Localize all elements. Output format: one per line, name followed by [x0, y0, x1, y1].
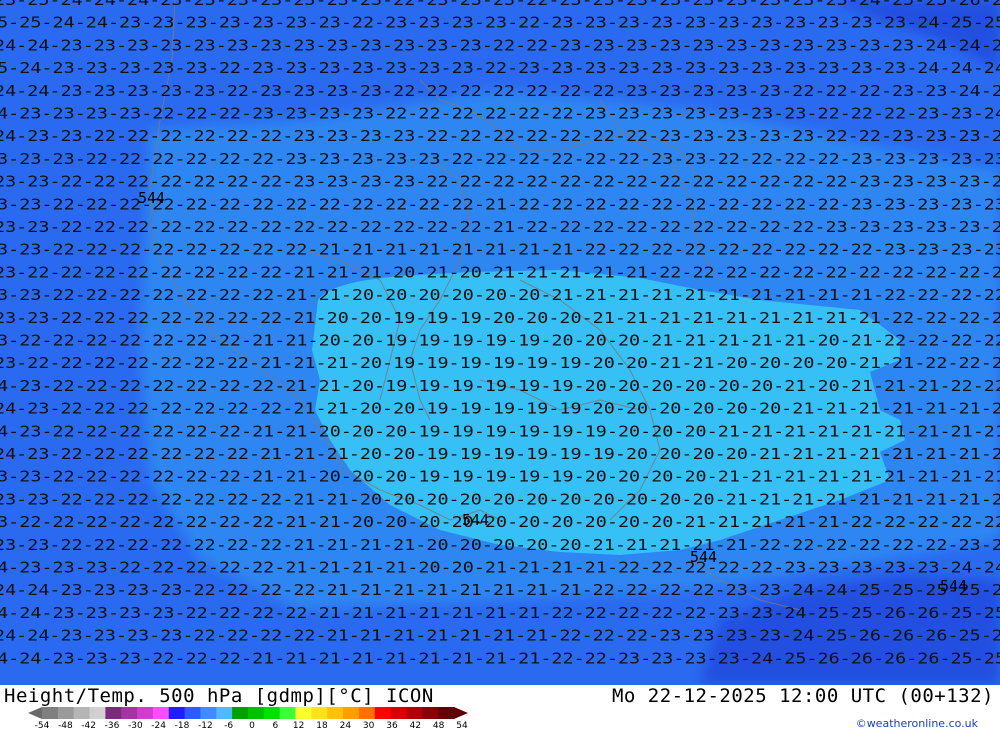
isotherm-label-row: 23-23-22-22-22-22-22-22-22-21-21-21-21-2…	[0, 536, 1000, 554]
isotherm-label-row: 24-24-23-23-23-23-22-22-22-22-21-21-21-2…	[0, 581, 1000, 599]
isotherm-label-row: 23-22-22-22-22-22-22-22-22-21-21-20-20-2…	[0, 513, 1000, 531]
isotherm-label-row: 24-23-22-22-22-22-22-22-22-21-21-20-20-1…	[0, 400, 1000, 418]
legend-tick: -42	[81, 721, 97, 731]
height-label-south: 544	[690, 548, 717, 566]
legend-swatch	[105, 707, 122, 719]
legend-tick: 42	[409, 721, 422, 731]
map-title: Height/Temp. 500 hPa [gdmp][°C] ICON	[4, 685, 434, 707]
legend-tick: 12	[292, 721, 305, 731]
legend-swatch	[358, 707, 376, 719]
isotherm-label-row: 23-23-22-22-22-22-22-22-22-21-21-20-20-2…	[0, 286, 1000, 304]
legend-swatch	[327, 707, 344, 719]
isotherm-label-row: 23-23-22-22-22-22-22-22-22-22-21-21-21-2…	[0, 241, 1000, 259]
legend-tick: 0	[249, 721, 255, 731]
isotherm-label-row: 23-22-22-22-22-22-22-22-21-21-21-20-19-1…	[0, 354, 1000, 372]
height-label-center: 544	[462, 511, 489, 529]
legend-tick: 48	[432, 721, 445, 731]
isotherm-label-row: 23-23-22-22-22-22-22-22-22-22-22-22-22-2…	[0, 218, 1000, 236]
legend-swatch	[200, 707, 217, 719]
isotherm-label-row: 23-23-22-22-22-22-22-22-22-21-21-20-20-2…	[0, 490, 1000, 508]
isotherm-label-row: 24-23-22-22-22-22-22-22-22-21-21-20-19-1…	[0, 377, 1000, 395]
isotherm-label-row: 24-23-22-22-22-22-22-22-21-21-20-20-20-1…	[0, 422, 1000, 440]
legend-swatch	[248, 707, 265, 719]
legend-swatch	[232, 707, 249, 719]
legend-swatch	[279, 707, 297, 719]
isotherm-label-row: 23-23-22-22-22-22-22-22-22-21-20-20-19-1…	[0, 309, 1000, 327]
isotherm-label-row: 24-24-23-23-23-23-22-22-22-22-21-21-21-2…	[0, 627, 1000, 645]
isotherm-label-row: 25-24-23-23-23-23-23-22-23-23-23-23-23-2…	[0, 59, 1000, 77]
legend-tick: -18	[174, 721, 190, 731]
legend-tick: -30	[127, 721, 143, 731]
legend-swatch	[137, 707, 154, 719]
weather-map: 23-25-24-24-24-23-23-23-23-23-23-23-22-2…	[0, 0, 1000, 685]
legend-arrow-left	[28, 707, 42, 719]
isotherm-label-row: 23-22-22-22-22-22-22-22-22-21-21-21-20-2…	[0, 263, 1000, 281]
legend-tick: -54	[34, 721, 50, 731]
isotherm-label-row: 23-22-22-22-22-22-22-22-21-21-20-20-19-1…	[0, 332, 1000, 350]
legend-tick: 54	[456, 721, 468, 731]
isotherm-label-row: 23-23-22-22-22-22-22-22-22-23-23-23-23-2…	[0, 173, 1000, 191]
isotherm-label-row: 24-23-23-23-22-22-22-22-22-21-21-21-21-2…	[0, 559, 1000, 577]
legend-swatch	[168, 707, 186, 719]
legend-swatch	[311, 707, 328, 719]
legend-tick: -24	[151, 721, 167, 731]
isotherm-label-row: 23-23-22-22-22-22-22-22-21-21-20-20-20-1…	[0, 468, 1000, 486]
legend-tick: -6	[224, 721, 234, 731]
legend-tick: 24	[339, 721, 352, 731]
legend-swatch	[295, 707, 312, 719]
legend-tick: 30	[362, 721, 375, 731]
legend-tick-labels: -54 -48 -42 -36 -30 -24 -18 -12 -6 0 6 12 18 24 30 36 42…	[34, 721, 468, 733]
legend-tick: -48	[57, 721, 73, 731]
legend-tick: -12	[197, 721, 213, 731]
height-label-northwest: 544	[138, 189, 165, 207]
height-label-east: 544	[940, 577, 967, 595]
map-timestamp: Mo 22-12-2025 12:00 UTC (00+132)	[611, 685, 994, 707]
legend-tick: 6	[272, 721, 279, 731]
legend-swatch	[89, 707, 106, 719]
isotherm-label-row: 25-25-24-24-23-23-23-23-23-23-23-22-23-2…	[0, 14, 1000, 32]
legend-swatch	[438, 707, 455, 719]
legend-swatch	[263, 707, 281, 719]
legend-swatch	[390, 707, 407, 719]
legend-swatch	[57, 707, 75, 719]
legend-tick: 36	[386, 721, 398, 731]
isotherm-label-row: 24-24-23-23-23-23-23-23-23-23-23-23-23-2…	[0, 36, 1000, 54]
footer: Height/Temp. 500 hPa [gdmp][°C] ICON Mo …	[0, 685, 1000, 733]
legend-swatch	[73, 707, 91, 719]
isotherm-label-row: 24-23-22-22-22-22-22-22-21-21-21-20-20-1…	[0, 445, 1000, 463]
legend-tick: -36	[104, 721, 120, 731]
isotherm-label-row: 24-23-23-23-23-22-22-22-23-23-23-23-22-2…	[0, 105, 1000, 123]
legend-swatch	[374, 707, 392, 719]
isotherm-label-row: 24-24-23-23-23-23-22-22-22-22-21-21-21-2…	[0, 604, 1000, 622]
isotherm-label-row: 23-25-24-24-24-23-23-23-23-23-23-23-22-2…	[0, 0, 1000, 9]
isotherm-label-row: 24-24-23-23-23-22-22-22-21-21-21-21-21-2…	[0, 649, 1000, 667]
legend-arrow-right	[454, 707, 468, 719]
color-legend	[28, 707, 468, 719]
legend-swatch	[121, 707, 138, 719]
legend-swatch	[184, 707, 201, 719]
legend-swatch	[42, 707, 59, 719]
legend-swatch	[152, 707, 170, 719]
isotherm-label-row: 23-23-23-22-22-22-22-22-22-23-23-23-23-2…	[0, 150, 1000, 168]
map-canvas: 23-25-24-24-24-23-23-23-23-23-23-23-22-2…	[0, 0, 1000, 685]
isotherm-label-row: 24-24-23-23-23-23-23-22-23-23-23-23-22-2…	[0, 82, 1000, 100]
legend-swatch	[406, 707, 423, 719]
isotherm-label-row: 24-23-23-22-22-22-22-22-22-23-23-23-23-2…	[0, 127, 1000, 145]
credit-link[interactable]: ©weatheronline.co.uk	[856, 717, 978, 730]
legend-swatch	[216, 707, 233, 719]
legend-swatch	[343, 707, 360, 719]
legend-tick: 18	[316, 721, 328, 731]
legend-swatch	[422, 707, 439, 719]
